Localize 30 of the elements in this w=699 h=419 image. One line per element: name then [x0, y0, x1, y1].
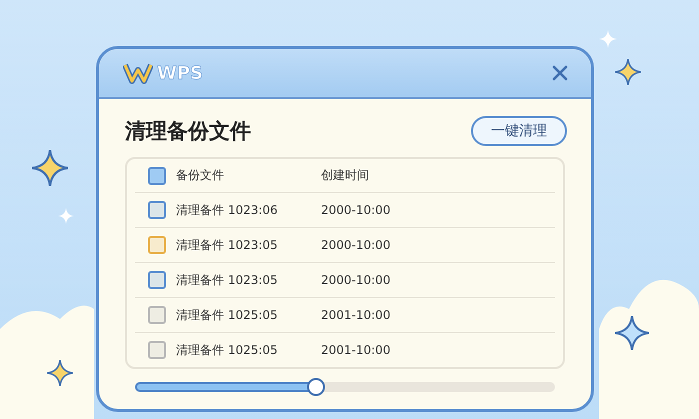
sparkle-icon: [615, 59, 641, 85]
close-button[interactable]: [551, 64, 569, 82]
table-cell-text: 清理备件 1023:05: [176, 236, 279, 254]
sparkle-icon: [599, 30, 617, 48]
checkbox[interactable]: [148, 166, 166, 184]
table-cell-text: 清理备件 1025:05: [176, 306, 279, 324]
table-cell-text: 清理备件 1023:05: [176, 272, 279, 288]
logo-text: WPS: [157, 62, 204, 84]
sparkle-icon: [58, 208, 74, 224]
checkbox[interactable]: [148, 236, 166, 254]
table-cell: 2001-10:00: [321, 343, 390, 357]
table-cell: 2001-10:00: [321, 308, 390, 322]
table-cell: 2000-10:00: [321, 273, 390, 287]
column-header: 备份文件: [176, 167, 225, 184]
checkbox[interactable]: [148, 306, 166, 324]
table-cell-text: 清理备件 1025:05: [176, 342, 279, 358]
logo-icon: [123, 62, 153, 84]
sparkle-icon: [32, 150, 68, 186]
checkbox[interactable]: [148, 341, 166, 359]
checkbox[interactable]: [148, 201, 166, 219]
checkbox[interactable]: [148, 271, 166, 289]
table-cell-text: 清理备件 1023:06: [176, 202, 279, 218]
slider-handle[interactable]: [306, 378, 325, 396]
table-cell: 2000-10:00: [321, 203, 390, 217]
sparkle-icon: [47, 360, 73, 386]
dialog-title: 清理备份文件: [125, 118, 251, 145]
table-cell: 2000-10:00: [321, 238, 390, 252]
clean-button[interactable]: 一键清理: [471, 116, 567, 146]
sparkle-icon: [615, 316, 649, 350]
column-header: 创建时间: [321, 167, 369, 184]
